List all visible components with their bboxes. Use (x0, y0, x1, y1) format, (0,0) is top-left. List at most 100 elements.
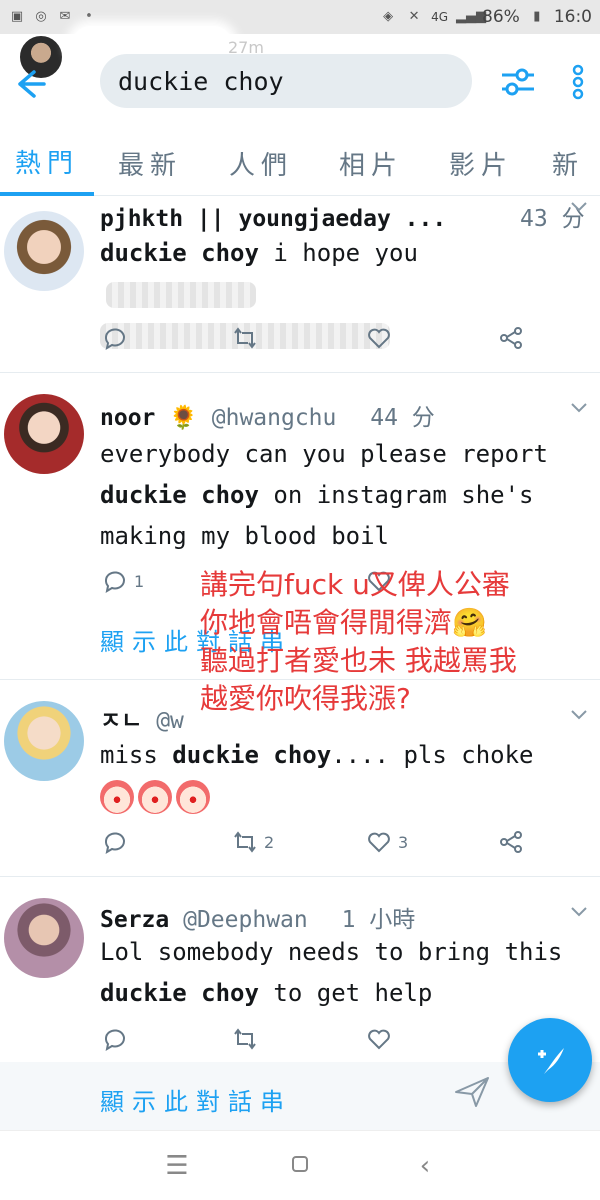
tweet-text: miss duckie choy.... pls choke (100, 735, 580, 817)
home-icon[interactable] (285, 1151, 315, 1181)
message-icon: ▣ (10, 9, 24, 24)
user-handle[interactable]: @w (156, 708, 184, 734)
share-icon (500, 327, 522, 349)
tweet-text: everybody can you please report duckie c… (100, 434, 580, 557)
retweet-icon (234, 1028, 256, 1050)
filter-sliders-icon[interactable] (498, 64, 538, 100)
tweet-text-rest: .... pls choke (331, 741, 534, 769)
reply-icon (104, 328, 125, 351)
query-highlight: duckie choy (100, 239, 259, 267)
tab-news[interactable]: 新 (536, 130, 600, 196)
tweet-actions (100, 1026, 540, 1060)
display-name[interactable]: noor (100, 405, 155, 431)
retweet-button[interactable]: 2 (232, 829, 274, 855)
reply-count: 1 (134, 571, 145, 591)
reply-button[interactable]: 1 (102, 568, 144, 594)
compose-tweet-button[interactable] (508, 1018, 592, 1102)
like-button[interactable] (366, 1026, 392, 1052)
clock: 16:0 (553, 7, 592, 27)
tweet-text-start: miss (100, 741, 173, 769)
sunflower-emoji: 🌻 (169, 405, 198, 431)
like-button[interactable] (366, 325, 392, 351)
caption-line: 越愛你吹得我漲? (200, 682, 411, 715)
clown-emoji (100, 780, 134, 814)
mute-icon: ✕ (408, 9, 420, 24)
search-header: 27m duckie choy (0, 26, 600, 130)
reply-icon (104, 571, 125, 594)
caption-line: 聽過打者愛也未 我越罵我 (200, 644, 517, 677)
tab-videos[interactable]: 影片 (426, 130, 536, 196)
display-name[interactable]: pjhkth || youngjaeday ... (100, 206, 446, 232)
avatar[interactable] (4, 898, 84, 978)
chevron-down-icon[interactable] (570, 402, 588, 414)
battery-percent: 86% (482, 7, 520, 27)
tweet-header: noor 🌻 @hwangchu 44 分 (100, 398, 435, 432)
tweet-text-rest: i hope you (258, 239, 418, 267)
chevron-down-icon[interactable] (570, 906, 588, 918)
share-button[interactable] (498, 829, 524, 855)
avatar[interactable] (4, 394, 84, 474)
back-nav-icon[interactable]: ‹ (410, 1151, 440, 1181)
whatsapp-icon: ◎ (35, 9, 47, 24)
display-name[interactable]: ㅈㄴ (100, 708, 142, 734)
retweet-button[interactable] (232, 325, 258, 351)
retweet-icon (234, 831, 256, 853)
caption-line: 講完句fuck u又俾人公審 (200, 568, 510, 601)
send-dm-icon[interactable] (452, 1074, 492, 1110)
notification-icons: ▣ ◎ ✉ • (8, 9, 98, 25)
clown-emoji (138, 780, 172, 814)
tweet-text-start: everybody can you please report (100, 440, 548, 468)
heart-icon (368, 328, 390, 349)
query-highlight: duckie choy (172, 741, 332, 769)
tweet-text-rest: to get help (258, 979, 433, 1007)
reply-button[interactable] (102, 829, 128, 855)
timestamp: 44 分 (370, 405, 435, 431)
heart-icon (368, 1029, 390, 1050)
query-highlight: duckie choy (100, 979, 259, 1007)
tweet-actions (100, 325, 540, 359)
show-thread-link[interactable]: 顯示此對話串 (100, 1082, 292, 1117)
reply-icon (104, 832, 125, 855)
signal-icon: ▂▄▆ (456, 9, 487, 24)
tweet-text: Lol somebody needs to bring this duckie … (100, 932, 580, 1014)
more-notifications-icon: • (85, 9, 93, 24)
share-button[interactable] (498, 325, 524, 351)
user-handle[interactable]: @hwangchu (212, 405, 337, 431)
chevron-down-icon[interactable] (570, 201, 588, 213)
tab-people[interactable]: 人們 (206, 130, 316, 196)
tab-latest[interactable]: 最新 (94, 130, 206, 196)
system-icons: ◈ ✕ 4G ▂▄▆ 86% ▮ 16:0 (379, 7, 592, 27)
tab-photos[interactable]: 相片 (316, 130, 426, 196)
feather-plus-icon (538, 1048, 564, 1074)
reply-button[interactable] (102, 325, 128, 351)
share-icon (500, 831, 522, 853)
retweet-count: 2 (264, 832, 275, 852)
query-highlight: duckie choy (100, 481, 259, 509)
search-tabs: 熱門 最新 人們 相片 影片 新 (0, 130, 600, 196)
tweet-header: ㅈㄴ @w (100, 701, 184, 735)
reply-icon (104, 1029, 125, 1052)
like-count: 3 (398, 832, 409, 852)
reply-button[interactable] (102, 1026, 128, 1052)
system-nav-bar: ☰ ‹ (0, 1130, 600, 1200)
tweet-header: pjhkth || youngjaeday ... 43 分 (100, 199, 585, 233)
tweet-header: Serza @Deephwan 1 小時 (100, 900, 415, 934)
back-arrow-icon[interactable] (12, 66, 48, 102)
avatar[interactable] (4, 211, 84, 291)
search-query-text: duckie choy (118, 66, 284, 96)
avatar[interactable] (4, 701, 84, 781)
user-handle[interactable]: @Deephwan (183, 907, 308, 933)
display-name[interactable]: Serza (100, 907, 169, 933)
search-input[interactable]: duckie choy (100, 54, 472, 108)
recent-apps-icon[interactable]: ☰ (162, 1151, 192, 1181)
clown-emoji (176, 780, 210, 814)
tab-top[interactable]: 熱門 (0, 130, 94, 196)
battery-icon: ▮ (533, 9, 541, 24)
nfc-icon: ◈ (383, 9, 394, 24)
tweet-card[interactable]: pjhkth || youngjaeday ... 43 分 duckie ch… (0, 197, 600, 373)
overflow-menu-icon[interactable] (568, 62, 588, 102)
blurred-text (106, 282, 256, 308)
retweet-button[interactable] (232, 1026, 258, 1052)
like-button[interactable]: 3 (366, 829, 408, 855)
caption-line: 你地會唔會得閒得濟🤗 (200, 606, 487, 639)
